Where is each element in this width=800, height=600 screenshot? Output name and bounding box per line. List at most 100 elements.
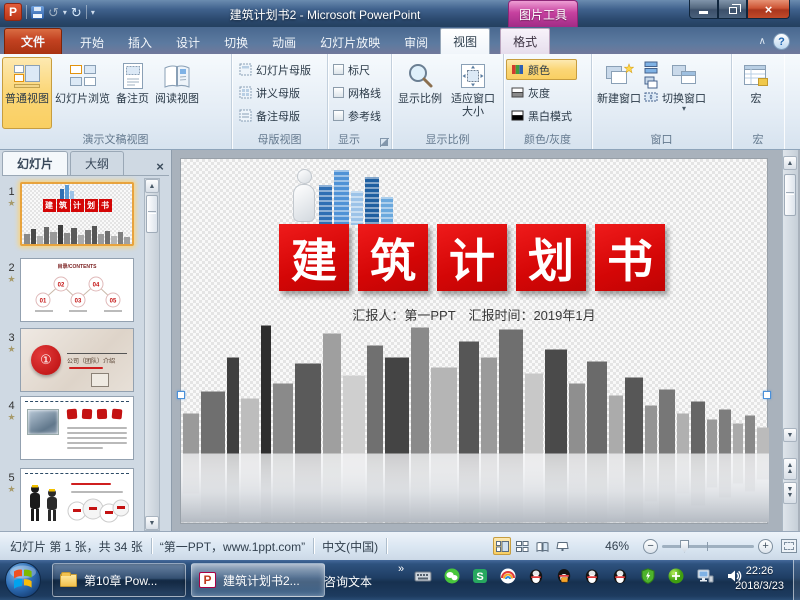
next-slide-button[interactable]: ▼▼ xyxy=(783,482,797,504)
slide-subtitle[interactable]: 汇报人：第一PPT 汇报时间：2019年1月 xyxy=(181,305,767,324)
arrange-all-icon[interactable] xyxy=(644,61,658,74)
collapse-ribbon-icon[interactable]: ∧ xyxy=(759,36,766,47)
tab-design[interactable]: 设计 xyxy=(164,30,212,54)
animation-star-icon[interactable]: ★ xyxy=(4,344,19,354)
slide-title[interactable]: 建 筑 计 划 书 xyxy=(279,224,665,291)
normal-view-shortcut[interactable] xyxy=(493,537,511,555)
reading-view-shortcut[interactable] xyxy=(533,537,551,555)
fit-slide-to-window-button[interactable] xyxy=(781,539,797,553)
zoom-slider[interactable] xyxy=(662,545,754,548)
taskbar-toolbar-label[interactable]: 咨询文本 xyxy=(324,573,372,590)
tab-review[interactable]: 审阅 xyxy=(392,30,440,54)
restore-button[interactable] xyxy=(718,0,747,19)
animation-star-icon[interactable]: ★ xyxy=(4,484,19,494)
zoom-out-button[interactable]: − xyxy=(643,539,658,554)
powerpoint-app-icon[interactable]: P xyxy=(4,3,22,21)
help-button[interactable]: ? xyxy=(773,33,790,50)
toolbar-overflow-icon[interactable]: » xyxy=(398,563,404,575)
tab-slides[interactable]: 幻灯片 xyxy=(2,151,68,175)
move-split-icon[interactable] xyxy=(644,91,658,104)
gridlines-checkbox[interactable]: 网格线 xyxy=(330,82,384,103)
start-button[interactable] xyxy=(4,561,42,599)
qq-icon[interactable] xyxy=(528,568,544,584)
show-desktop-button[interactable] xyxy=(793,560,800,600)
tab-view[interactable]: 视图 xyxy=(440,28,490,54)
color-mode-button[interactable]: 颜色 xyxy=(506,59,577,80)
cascade-windows-icon[interactable] xyxy=(644,76,658,89)
qq-icon[interactable] xyxy=(584,568,600,584)
zoom-level[interactable]: 46% xyxy=(605,539,629,553)
slide-figure-graphic[interactable] xyxy=(289,167,413,225)
tab-animations[interactable]: 动画 xyxy=(260,30,308,54)
normal-view-button[interactable]: 普通视图 xyxy=(2,57,52,129)
scroll-up-button[interactable]: ▲ xyxy=(145,179,159,193)
qq-business-icon[interactable] xyxy=(556,568,572,584)
language-indicator[interactable]: 中文(中国) xyxy=(322,538,378,555)
scrollbar-thumb[interactable] xyxy=(784,174,796,216)
language-keyboard-icon[interactable] xyxy=(414,568,432,584)
city-skyline-image[interactable] xyxy=(181,323,769,523)
handout-master-button[interactable]: 讲义母版 xyxy=(234,82,316,103)
taskbar-powerpoint-window[interactable]: P 建筑计划书2... xyxy=(191,563,325,597)
slide-sorter-shortcut[interactable] xyxy=(513,537,531,555)
undo-dropdown-icon[interactable]: ▾ xyxy=(63,8,67,17)
slide-thumbnail-5[interactable] xyxy=(20,468,138,532)
redo-icon[interactable]: ↻ xyxy=(71,6,82,19)
guides-checkbox[interactable]: 参考线 xyxy=(330,105,384,126)
scroll-down-button[interactable]: ▼ xyxy=(145,516,159,530)
slide-thumbnail-2[interactable]: 目录/CONTENTS 01 02 03 04 05 xyxy=(20,258,138,322)
ruler-checkbox[interactable]: 标尺 xyxy=(330,59,384,80)
slide-thumbnail-4[interactable] xyxy=(20,396,138,460)
customize-qat-icon[interactable]: ▾ xyxy=(91,8,95,17)
tab-outline[interactable]: 大纲 xyxy=(70,151,124,175)
new-window-button[interactable]: 新建窗口 xyxy=(594,57,644,129)
animation-star-icon[interactable]: ★ xyxy=(4,198,19,208)
tab-transitions[interactable]: 切换 xyxy=(212,30,260,54)
dialog-launcher-icon[interactable] xyxy=(380,138,389,147)
grayscale-button[interactable]: 灰度 xyxy=(506,82,577,103)
black-white-button[interactable]: 黑白模式 xyxy=(506,105,577,126)
fit-to-window-button[interactable]: 适应窗口大小 xyxy=(446,57,500,129)
close-panel-button[interactable]: × xyxy=(151,157,169,175)
antivirus-ball-icon[interactable] xyxy=(668,568,684,584)
save-icon[interactable] xyxy=(31,6,44,19)
zoom-slider-thumb[interactable] xyxy=(680,540,689,553)
slide-sorter-button[interactable]: 幻灯片浏览 xyxy=(52,57,113,129)
tab-file[interactable]: 文件 xyxy=(4,28,62,54)
slide-thumbnail-1[interactable]: 建筑计划书 xyxy=(20,182,138,246)
zoom-button[interactable]: 显示比例 xyxy=(394,57,446,129)
sogou-icon[interactable]: S xyxy=(472,568,488,584)
selection-handle-right[interactable] xyxy=(763,391,771,399)
switch-windows-button[interactable]: 切换窗口 ▾ xyxy=(658,57,710,129)
taskbar-clock[interactable]: 22:26 2018/3/23 xyxy=(735,564,784,594)
tab-home[interactable]: 开始 xyxy=(68,30,116,54)
reading-view-button[interactable]: 阅读视图 xyxy=(152,57,202,129)
previous-slide-button[interactable]: ▲▲ xyxy=(783,458,797,480)
scrollbar-thumb[interactable] xyxy=(146,195,158,233)
slide-editing-area[interactable]: 建 筑 计 划 书 汇报人：第一PPT 汇报时间：2019年1月 xyxy=(180,158,768,524)
scroll-up-button[interactable]: ▲ xyxy=(783,156,797,170)
slideshow-shortcut[interactable] xyxy=(553,537,571,555)
network-icon[interactable] xyxy=(696,568,714,584)
undo-icon[interactable]: ↺ xyxy=(48,6,59,19)
slide-thumbnail-3[interactable]: ① 公司（团队）介绍 xyxy=(20,328,138,392)
notes-page-button[interactable]: 备注页 xyxy=(113,57,152,129)
animation-star-icon[interactable]: ★ xyxy=(4,274,19,284)
qq-icon[interactable] xyxy=(612,568,628,584)
notes-master-button[interactable]: 备注母版 xyxy=(234,105,316,126)
taskbar-folder-window[interactable]: 第10章 Pow... xyxy=(52,563,186,597)
scroll-down-button[interactable]: ▼ xyxy=(783,428,797,442)
zoom-in-button[interactable]: + xyxy=(758,539,773,554)
tab-format[interactable]: 格式 xyxy=(500,28,550,54)
tab-insert[interactable]: 插入 xyxy=(116,30,164,54)
slide-master-button[interactable]: 幻灯片母版 xyxy=(234,59,316,80)
tab-slideshow[interactable]: 幻灯片放映 xyxy=(308,30,392,54)
minimize-button[interactable] xyxy=(689,0,718,19)
macros-button[interactable]: 宏 xyxy=(734,57,778,129)
close-button[interactable]: × xyxy=(747,0,790,19)
rainbow-input-icon[interactable] xyxy=(500,568,516,584)
selection-handle-left[interactable] xyxy=(177,391,185,399)
security-shield-icon[interactable] xyxy=(640,568,656,584)
animation-star-icon[interactable]: ★ xyxy=(4,412,19,422)
wechat-icon[interactable] xyxy=(444,568,460,584)
